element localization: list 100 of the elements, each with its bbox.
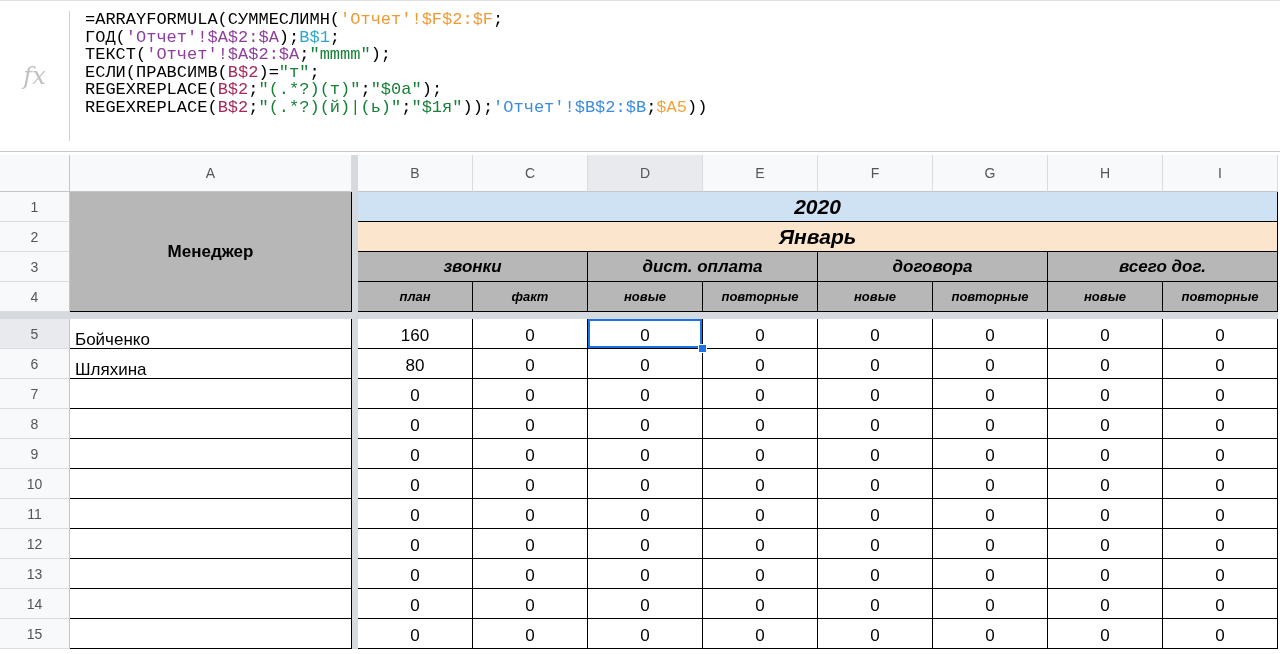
- table-cell[interactable]: 0: [933, 529, 1048, 559]
- table-cell[interactable]: 0: [1048, 469, 1163, 499]
- table-cell[interactable]: 0: [703, 469, 818, 499]
- table-cell[interactable]: 0: [1048, 349, 1163, 379]
- table-cell[interactable]: 0: [588, 619, 703, 649]
- column-header[interactable]: D: [588, 155, 703, 192]
- table-cell[interactable]: [70, 379, 352, 409]
- table-cell[interactable]: 0: [703, 559, 818, 589]
- table-cell[interactable]: 0: [933, 349, 1048, 379]
- table-cell[interactable]: 0: [703, 499, 818, 529]
- table-cell[interactable]: 0: [473, 499, 588, 529]
- table-cell[interactable]: 0: [1163, 499, 1278, 529]
- column-header[interactable]: G: [933, 155, 1048, 192]
- formula-line[interactable]: =ARRAYFORMULA(СУММЕСЛИМН('Отчет'!$F$2:$F;: [85, 11, 708, 29]
- table-cell[interactable]: 0: [358, 529, 473, 559]
- table-cell[interactable]: 0: [358, 409, 473, 439]
- table-cell[interactable]: 0: [818, 469, 933, 499]
- table-cell[interactable]: 0: [1163, 349, 1278, 379]
- table-cell[interactable]: 0: [588, 319, 703, 349]
- table-cell[interactable]: 0: [358, 499, 473, 529]
- formula-line[interactable]: ТЕКСТ('Отчет'!$A$2:$A;"mmmm");: [85, 46, 708, 64]
- table-cell[interactable]: [70, 589, 352, 619]
- table-cell[interactable]: 0: [933, 499, 1048, 529]
- table-cell[interactable]: 0: [703, 349, 818, 379]
- table-cell[interactable]: 0: [473, 619, 588, 649]
- table-cell[interactable]: 0: [1048, 319, 1163, 349]
- formula-line[interactable]: REGEXREPLACE(B$2;"(.*?)(й)|(ь)";"$1я"));'Отчет'!$B$2:$B;$A5)): [85, 98, 708, 116]
- formula-line[interactable]: ГОД('Отчет'!$A$2:$A);B$1;: [85, 28, 708, 46]
- table-cell[interactable]: 0: [1048, 439, 1163, 469]
- table-cell[interactable]: 0: [1163, 439, 1278, 469]
- fill-handle[interactable]: [698, 344, 707, 353]
- table-cell[interactable]: 0: [818, 409, 933, 439]
- table-cell[interactable]: 0: [588, 559, 703, 589]
- table-cell[interactable]: 0: [473, 529, 588, 559]
- table-cell[interactable]: 0: [933, 559, 1048, 589]
- column-header[interactable]: B: [358, 155, 473, 192]
- table-cell[interactable]: 0: [1048, 379, 1163, 409]
- table-cell[interactable]: [70, 409, 352, 439]
- table-cell[interactable]: 0: [703, 379, 818, 409]
- table-cell[interactable]: 0: [473, 379, 588, 409]
- table-cell[interactable]: 0: [358, 439, 473, 469]
- table-cell[interactable]: 0: [588, 529, 703, 559]
- table-cell[interactable]: 0: [818, 439, 933, 469]
- row-header[interactable]: 11: [0, 499, 70, 529]
- table-cell[interactable]: 0: [588, 589, 703, 619]
- row-header[interactable]: 1: [0, 192, 70, 222]
- table-cell[interactable]: 0: [818, 379, 933, 409]
- column-header[interactable]: E: [703, 155, 818, 192]
- table-cell[interactable]: 0: [588, 499, 703, 529]
- table-cell[interactable]: 0: [703, 439, 818, 469]
- row-header[interactable]: 14: [0, 589, 70, 619]
- row-header[interactable]: 2: [0, 222, 70, 252]
- table-cell[interactable]: 0: [1048, 409, 1163, 439]
- row-header[interactable]: 13: [0, 559, 70, 589]
- table-cell[interactable]: 0: [818, 559, 933, 589]
- table-cell[interactable]: 0: [473, 559, 588, 589]
- table-cell[interactable]: 0: [1163, 409, 1278, 439]
- table-cell[interactable]: 160: [358, 319, 473, 349]
- table-cell[interactable]: 0: [933, 319, 1048, 349]
- row-header[interactable]: 9: [0, 439, 70, 469]
- table-cell[interactable]: 0: [1048, 529, 1163, 559]
- table-cell[interactable]: 0: [588, 469, 703, 499]
- table-cell[interactable]: 0: [473, 439, 588, 469]
- table-cell[interactable]: 0: [703, 409, 818, 439]
- table-cell[interactable]: 0: [1163, 469, 1278, 499]
- formula-line[interactable]: ЕСЛИ(ПРАВСИМВ(B$2)="т";: [85, 63, 708, 81]
- table-cell[interactable]: 0: [818, 319, 933, 349]
- table-cell[interactable]: 0: [588, 379, 703, 409]
- table-cell[interactable]: 0: [358, 559, 473, 589]
- table-cell[interactable]: 0: [703, 589, 818, 619]
- table-cell[interactable]: 0: [933, 589, 1048, 619]
- table-cell[interactable]: 0: [473, 349, 588, 379]
- table-cell[interactable]: 0: [473, 409, 588, 439]
- table-cell[interactable]: 0: [818, 499, 933, 529]
- row-header[interactable]: 7: [0, 379, 70, 409]
- table-cell[interactable]: 0: [1163, 319, 1278, 349]
- row-header[interactable]: 3: [0, 252, 70, 282]
- table-cell[interactable]: 0: [933, 439, 1048, 469]
- table-cell[interactable]: 0: [1163, 619, 1278, 649]
- table-cell[interactable]: 0: [818, 349, 933, 379]
- table-cell[interactable]: 0: [473, 319, 588, 349]
- row-header[interactable]: 6: [0, 349, 70, 379]
- table-cell[interactable]: 0: [933, 409, 1048, 439]
- table-cell[interactable]: 0: [1048, 559, 1163, 589]
- table-cell[interactable]: 0: [1048, 499, 1163, 529]
- table-cell[interactable]: [70, 559, 352, 589]
- formula-line[interactable]: REGEXREPLACE(B$2;"(.*?)(т)";"$0а");: [85, 81, 708, 99]
- table-cell[interactable]: 0: [473, 469, 588, 499]
- row-header[interactable]: 15: [0, 619, 70, 649]
- row-header[interactable]: 8: [0, 409, 70, 439]
- table-cell[interactable]: 0: [358, 619, 473, 649]
- table-cell[interactable]: 0: [358, 379, 473, 409]
- table-cell[interactable]: 0: [358, 469, 473, 499]
- table-cell[interactable]: [70, 529, 352, 559]
- table-cell[interactable]: [70, 439, 352, 469]
- column-header[interactable]: I: [1163, 155, 1278, 192]
- table-cell[interactable]: 0: [1048, 589, 1163, 619]
- table-cell[interactable]: 0: [818, 619, 933, 649]
- table-cell[interactable]: 0: [1163, 559, 1278, 589]
- table-cell[interactable]: 0: [1163, 529, 1278, 559]
